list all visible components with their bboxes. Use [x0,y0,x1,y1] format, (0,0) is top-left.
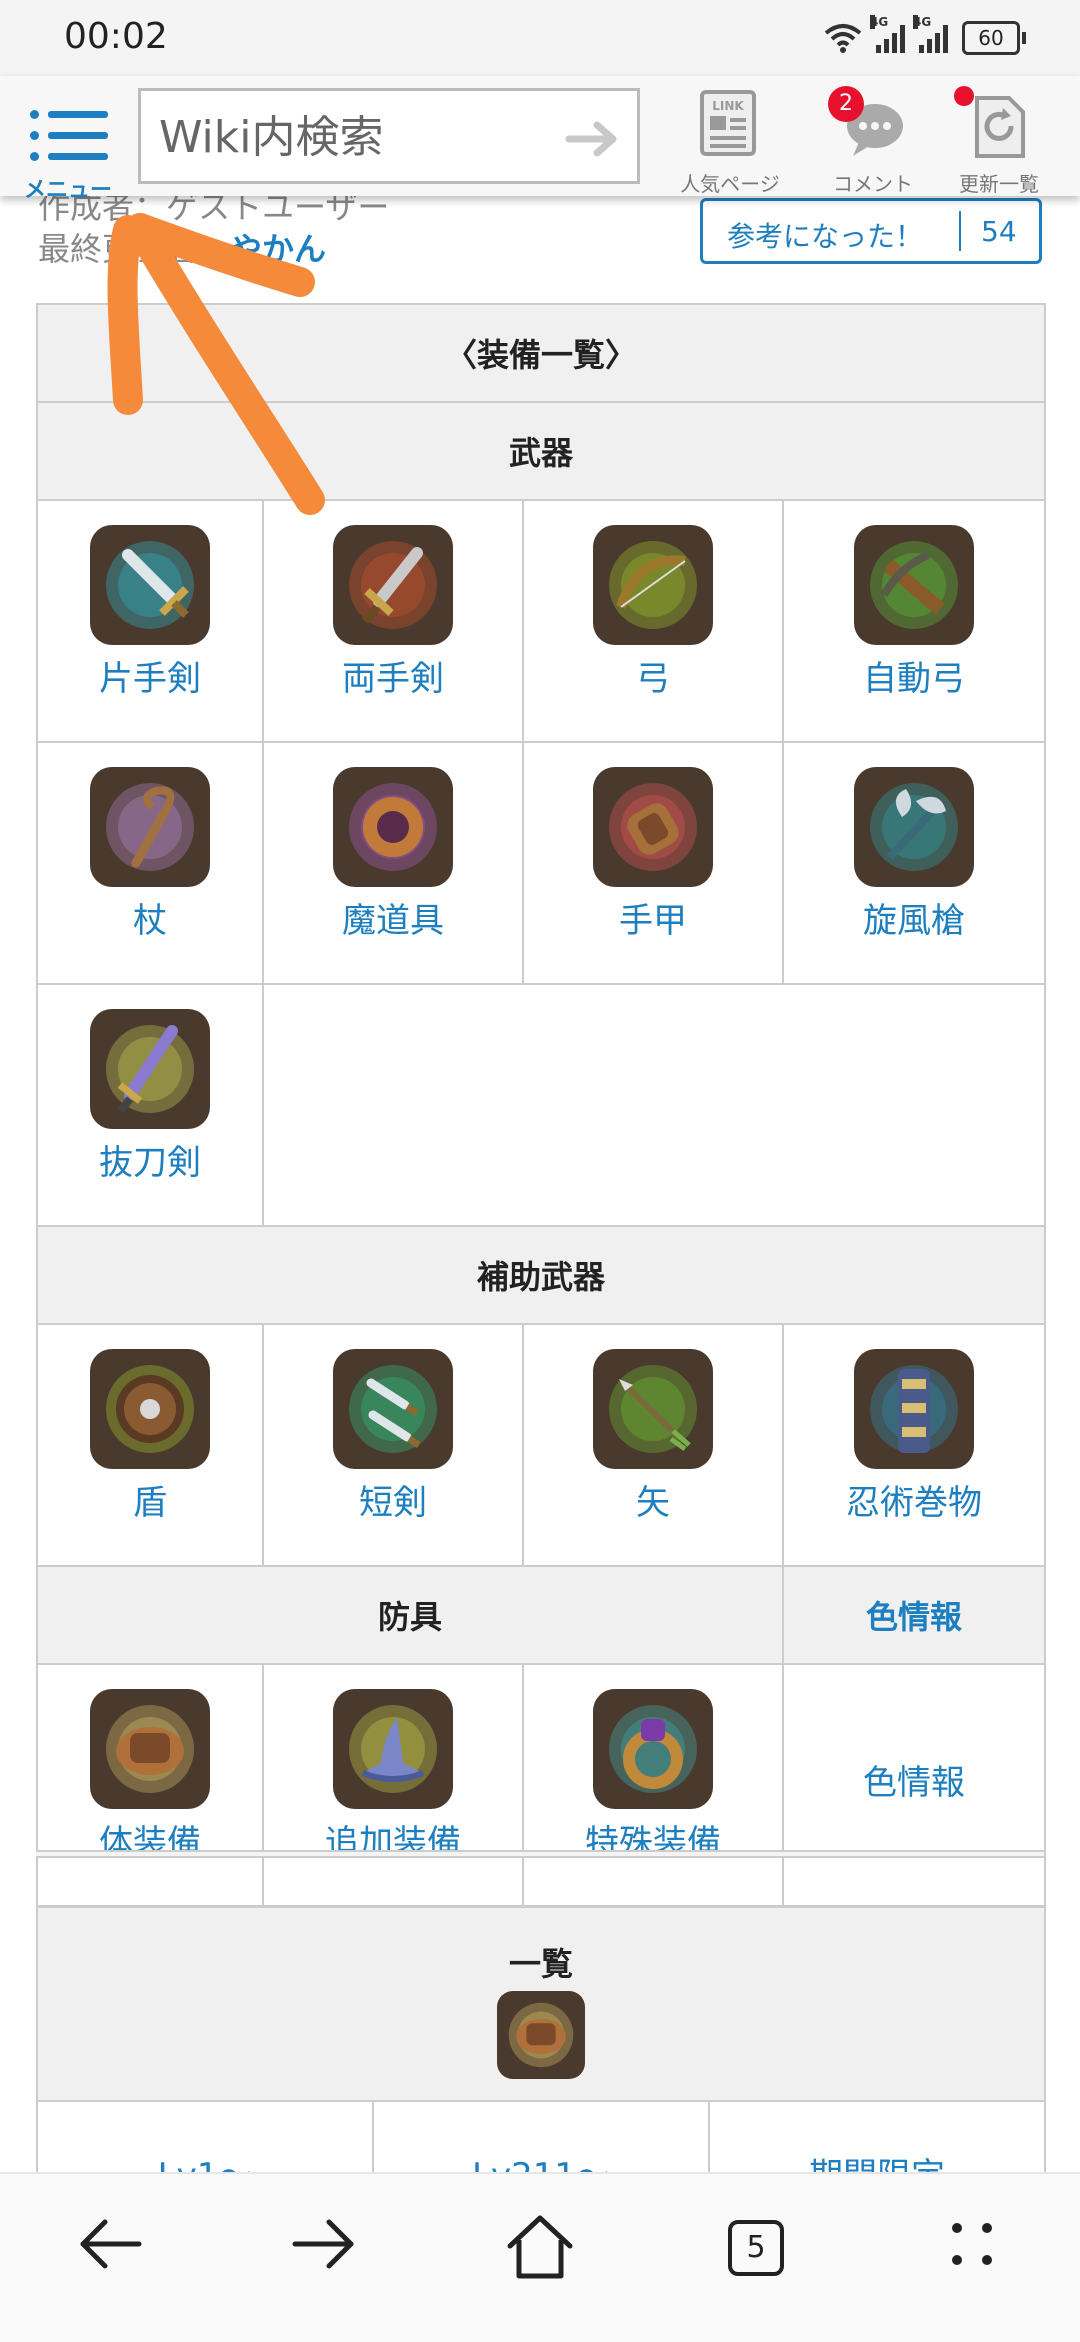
status-bar: 00:02 4G 4G 60 [0,0,1080,76]
sub-weapon-ninja-scroll[interactable]: 忍術巻物 [784,1349,1044,1565]
weapons-row: 杖 魔道具 手甲 旋風槍 [36,741,1047,985]
color-info-header-link[interactable]: 色情報 [781,1565,1047,1665]
arrow-left-icon [80,2219,142,2269]
staff-icon [90,767,210,887]
forward-button[interactable] [269,2214,379,2294]
weapon-crossbow[interactable]: 自動弓 [784,525,1044,741]
weapon-gauntlet[interactable]: 手甲 [524,767,782,983]
equipment-title: 〈装備一覧〉 [35,303,1047,403]
color-info-link[interactable]: 色情報 [784,1665,1044,1804]
sub-weapon-arrow[interactable]: 矢 [524,1349,782,1565]
newspaper-icon: LINK [700,90,756,156]
list-header: 一覧 [35,1906,1047,2102]
armor-special[interactable]: 特殊装備 [524,1689,782,1905]
update-indicator-dot [954,86,974,106]
sub-weapon-dagger[interactable]: 短剣 [264,1349,522,1565]
helpful-label: 参考になった！ [727,220,924,253]
weapon-one-hand-sword[interactable]: 片手剣 [38,525,262,741]
menu-button[interactable]: メニュー [18,94,118,203]
weapon-bow[interactable]: 弓 [524,525,782,741]
halberd-icon [854,767,974,887]
wizard-hat-icon [333,1689,453,1809]
list-title: 一覧 [509,1945,574,1983]
crossbow-icon [854,525,974,645]
more-dots-icon [952,2223,992,2265]
helpful-button[interactable]: 参考になった！ 54 [700,198,1042,264]
body-armor-icon [497,1991,586,2079]
wifi-icon [824,23,862,53]
home-button[interactable] [485,2214,595,2294]
sub-weapons-row: 盾 短剣 矢 忍術巻物 [36,1323,1047,1567]
armor-additional[interactable]: 追加装備 [264,1689,522,1905]
signal-icon: 4G [913,15,948,53]
refresh-page-icon [975,96,1025,158]
back-button[interactable] [55,2214,165,2294]
svg-text:LINK: LINK [712,99,744,113]
updated-by-link[interactable]: やかん [230,230,326,268]
browser-bottom-nav: 5 [0,2172,1080,2342]
ring-icon [593,1689,713,1809]
bow-icon [593,525,713,645]
empty-cell [261,983,1047,1227]
two-hand-sword-icon [333,525,453,645]
color-info-cell: 色情報 [784,1665,1044,1881]
status-time: 00:02 [64,16,168,57]
arrow-right-icon[interactable] [565,119,621,159]
updates-button[interactable]: 更新一覧 [934,84,1064,196]
helpful-count: 54 [981,215,1017,248]
magic-tool-icon [333,767,453,887]
signal-icon: 4G [870,15,905,53]
tab-count: 5 [728,2220,784,2276]
comments-button[interactable]: 2 コメント [808,84,938,196]
weapon-magic-tool[interactable]: 魔道具 [264,767,522,983]
weapon-two-hand-sword[interactable]: 両手剣 [264,525,522,741]
weapons-header: 武器 [35,401,1047,501]
weapons-row: 抜刀剣 [36,983,1047,1227]
sub-weapon-shield[interactable]: 盾 [38,1349,262,1565]
section-divider [36,1850,1044,1858]
popular-pages-button[interactable]: LINK 人気ページ [665,84,795,196]
tabs-button[interactable]: 5 [700,2214,810,2294]
comment-count-badge: 2 [828,86,864,122]
armor-row: 体装備 追加装備 特殊装備 色情報 [36,1663,1047,1907]
armor-body[interactable]: 体装備 [38,1689,262,1905]
arrow-right-icon [292,2219,354,2269]
weapon-staff[interactable]: 杖 [38,767,262,983]
equipment-table: 〈装備一覧〉 武器 片手剣 両手剣 弓 自動弓 杖 魔道具 手甲 旋風槍 抜刀剣… [35,303,1047,1907]
shield-icon [90,1349,210,1469]
menu-label: メニュー [23,178,112,203]
arrow-icon [593,1349,713,1469]
more-options-button[interactable] [917,2214,1027,2294]
last-updated-line: 最終更新者：やかん [38,230,327,268]
one-hand-sword-icon [90,525,210,645]
weapon-halberd[interactable]: 旋風槍 [784,767,1044,983]
body-armor-icon [90,1689,210,1809]
katana-icon [90,1009,210,1129]
search-input[interactable] [157,109,541,165]
ninja-scroll-icon [854,1349,974,1469]
weapons-row: 片手剣 両手剣 弓 自動弓 [36,499,1047,743]
wiki-header: メニュー LINK 人気ページ 2 コメント 更新一覧 [0,76,1080,203]
battery-icon: 60 [962,21,1026,55]
weapon-katana[interactable]: 抜刀剣 [38,1009,262,1225]
dagger-icon [333,1349,453,1469]
gauntlet-icon [593,767,713,887]
search-box[interactable] [138,88,640,184]
status-icons: 4G 4G 60 [824,15,1026,58]
armor-header: 防具 [36,1565,784,1665]
home-icon [507,2215,573,2279]
sub-weapons-header: 補助武器 [35,1225,1047,1325]
